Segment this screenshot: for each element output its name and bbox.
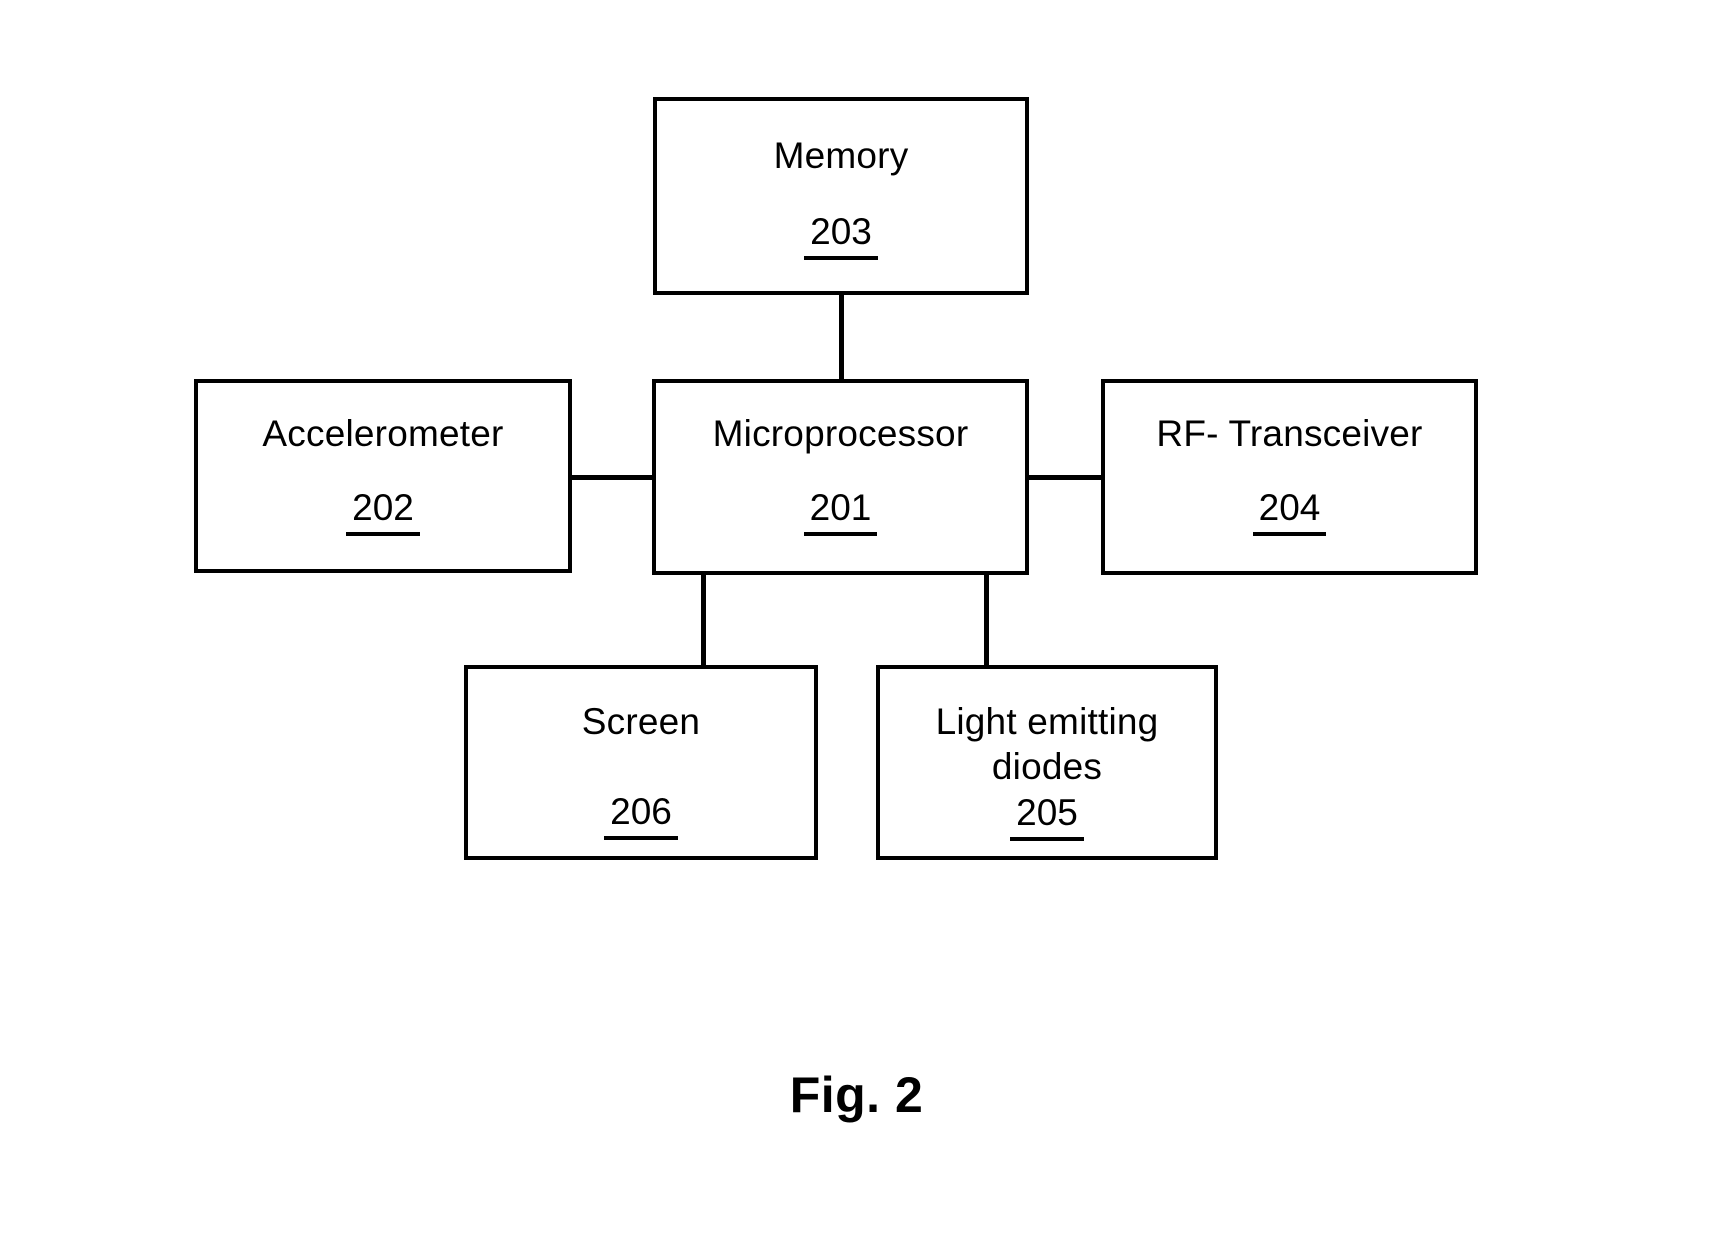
block-light-emitting-diodes-ref-wrap: 205: [880, 791, 1214, 841]
connector-microprocessor-to-screen: [701, 573, 706, 667]
connector-accelerometer-to-microprocessor: [570, 475, 654, 480]
block-screen-ref-wrap: 206: [468, 790, 814, 840]
block-accelerometer-ref-wrap: 202: [198, 486, 568, 536]
block-memory-ref-wrap: 203: [657, 210, 1025, 260]
connector-memory-to-microprocessor: [839, 295, 844, 381]
figure-canvas: Memory 203 Microprocessor 201 Accelerome…: [0, 0, 1713, 1244]
block-screen-ref: 206: [604, 790, 678, 840]
figure-caption: Fig. 2: [789, 1067, 924, 1123]
block-microprocessor: Microprocessor 201: [652, 379, 1029, 575]
block-memory-label: Memory: [773, 135, 909, 176]
block-rf-transceiver-ref-wrap: 204: [1105, 486, 1474, 536]
block-accelerometer-label: Accelerometer: [262, 413, 504, 454]
connector-microprocessor-to-rf-transceiver: [1027, 475, 1103, 480]
block-microprocessor-ref-wrap: 201: [656, 486, 1025, 536]
block-accelerometer-ref: 202: [346, 486, 420, 536]
block-screen-label: Screen: [581, 701, 701, 742]
block-accelerometer: Accelerometer 202: [194, 379, 572, 573]
block-light-emitting-diodes-label: Light emitting diodes: [935, 701, 1159, 787]
block-light-emitting-diodes: Light emitting diodes 205: [876, 665, 1218, 860]
block-rf-transceiver: RF- Transceiver 204: [1101, 379, 1478, 575]
block-memory: Memory 203: [653, 97, 1029, 295]
block-light-emitting-diodes-ref: 205: [1010, 791, 1084, 841]
block-rf-transceiver-label: RF- Transceiver: [1156, 413, 1423, 454]
block-screen: Screen 206: [464, 665, 818, 860]
block-microprocessor-label: Microprocessor: [712, 413, 969, 454]
block-memory-ref: 203: [804, 210, 878, 260]
connector-microprocessor-to-light-emitting-diodes: [984, 573, 989, 667]
block-rf-transceiver-ref: 204: [1252, 486, 1327, 536]
block-microprocessor-ref: 201: [803, 486, 878, 536]
